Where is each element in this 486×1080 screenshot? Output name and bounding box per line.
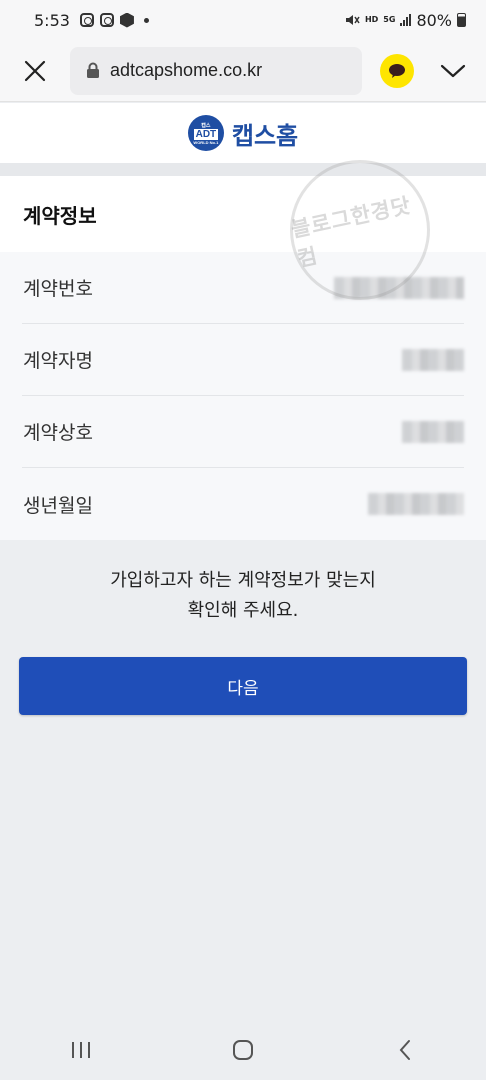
system-nav-bar <box>0 1020 486 1080</box>
section-divider <box>0 163 486 176</box>
mute-icon <box>345 15 360 25</box>
battery-percent: 80% <box>416 10 452 30</box>
logo-badge-bottom: WORLD No.1 <box>193 139 219 145</box>
lock-icon <box>87 62 99 78</box>
contract-number-value-blurred <box>334 276 464 299</box>
recents-icon <box>72 1042 90 1058</box>
signal-icon <box>400 14 412 26</box>
birth-date-row: 생년월일 <box>22 468 464 540</box>
brand-name: 캡스홈 <box>231 121 299 150</box>
status-bar: 5:53 HD 5G 80% <box>0 0 486 40</box>
back-icon <box>399 1040 410 1060</box>
instagram-icon <box>79 13 94 27</box>
chevron-down-icon <box>440 64 466 77</box>
contractor-name-value-blurred <box>402 348 464 371</box>
browser-toolbar: adtcapshome.co.kr <box>0 40 486 102</box>
recents-button[interactable] <box>41 1025 121 1075</box>
company-name-value-blurred <box>402 420 464 443</box>
shield-icon <box>119 12 134 28</box>
notice-line-1: 가입하고자 하는 계약정보가 맞는지 <box>110 570 376 591</box>
home-button[interactable] <box>203 1025 283 1075</box>
contract-number-label: 계약번호 <box>23 278 93 300</box>
logo-badge-top: 캡스 <box>201 122 211 129</box>
battery-icon <box>457 13 466 27</box>
adt-logo[interactable]: 캡스 ADT WORLD No.1 <box>187 115 224 151</box>
contract-number-row: 계약번호 <box>22 252 464 324</box>
url-text: adtcapshome.co.kr <box>110 60 263 80</box>
confirm-notice: 가입하고자 하는 계약정보가 맞는지 확인해 주세요. <box>0 566 486 626</box>
brand-header: 캡스 ADT WORLD No.1 캡스홈 <box>0 103 486 163</box>
hd-voice-badge: HD <box>364 15 379 24</box>
contractor-name-label: 계약자명 <box>23 350 93 372</box>
instagram-icon <box>99 13 114 27</box>
back-button[interactable] <box>365 1025 445 1075</box>
home-icon <box>233 1040 253 1060</box>
expand-button[interactable] <box>428 40 478 102</box>
kakaotalk-button[interactable] <box>380 53 414 88</box>
company-name-label: 계약상호 <box>23 422 93 444</box>
company-name-row: 계약상호 <box>22 396 464 468</box>
contract-info-card: 계약정보 계약번호 계약자명 계약상호 생년월일 <box>0 176 486 540</box>
contract-info-list: 계약번호 계약자명 계약상호 생년월일 <box>0 252 486 540</box>
next-button[interactable]: 다음 <box>19 657 467 715</box>
close-button[interactable] <box>0 40 70 102</box>
close-icon <box>24 60 46 81</box>
notification-dot-icon <box>143 17 149 23</box>
contract-info-title: 계약정보 <box>0 176 486 252</box>
birth-date-label: 생년월일 <box>23 494 93 517</box>
notice-line-2: 확인해 주세요. <box>187 600 299 621</box>
kakaotalk-icon <box>389 63 405 78</box>
contractor-name-row: 계약자명 <box>22 324 464 396</box>
birth-date-value-blurred <box>368 493 464 515</box>
logo-badge-mid: ADT <box>193 128 219 140</box>
url-bar[interactable]: adtcapshome.co.kr <box>70 46 362 95</box>
status-time: 5:53 <box>34 10 70 30</box>
network-badge: 5G <box>383 15 396 24</box>
